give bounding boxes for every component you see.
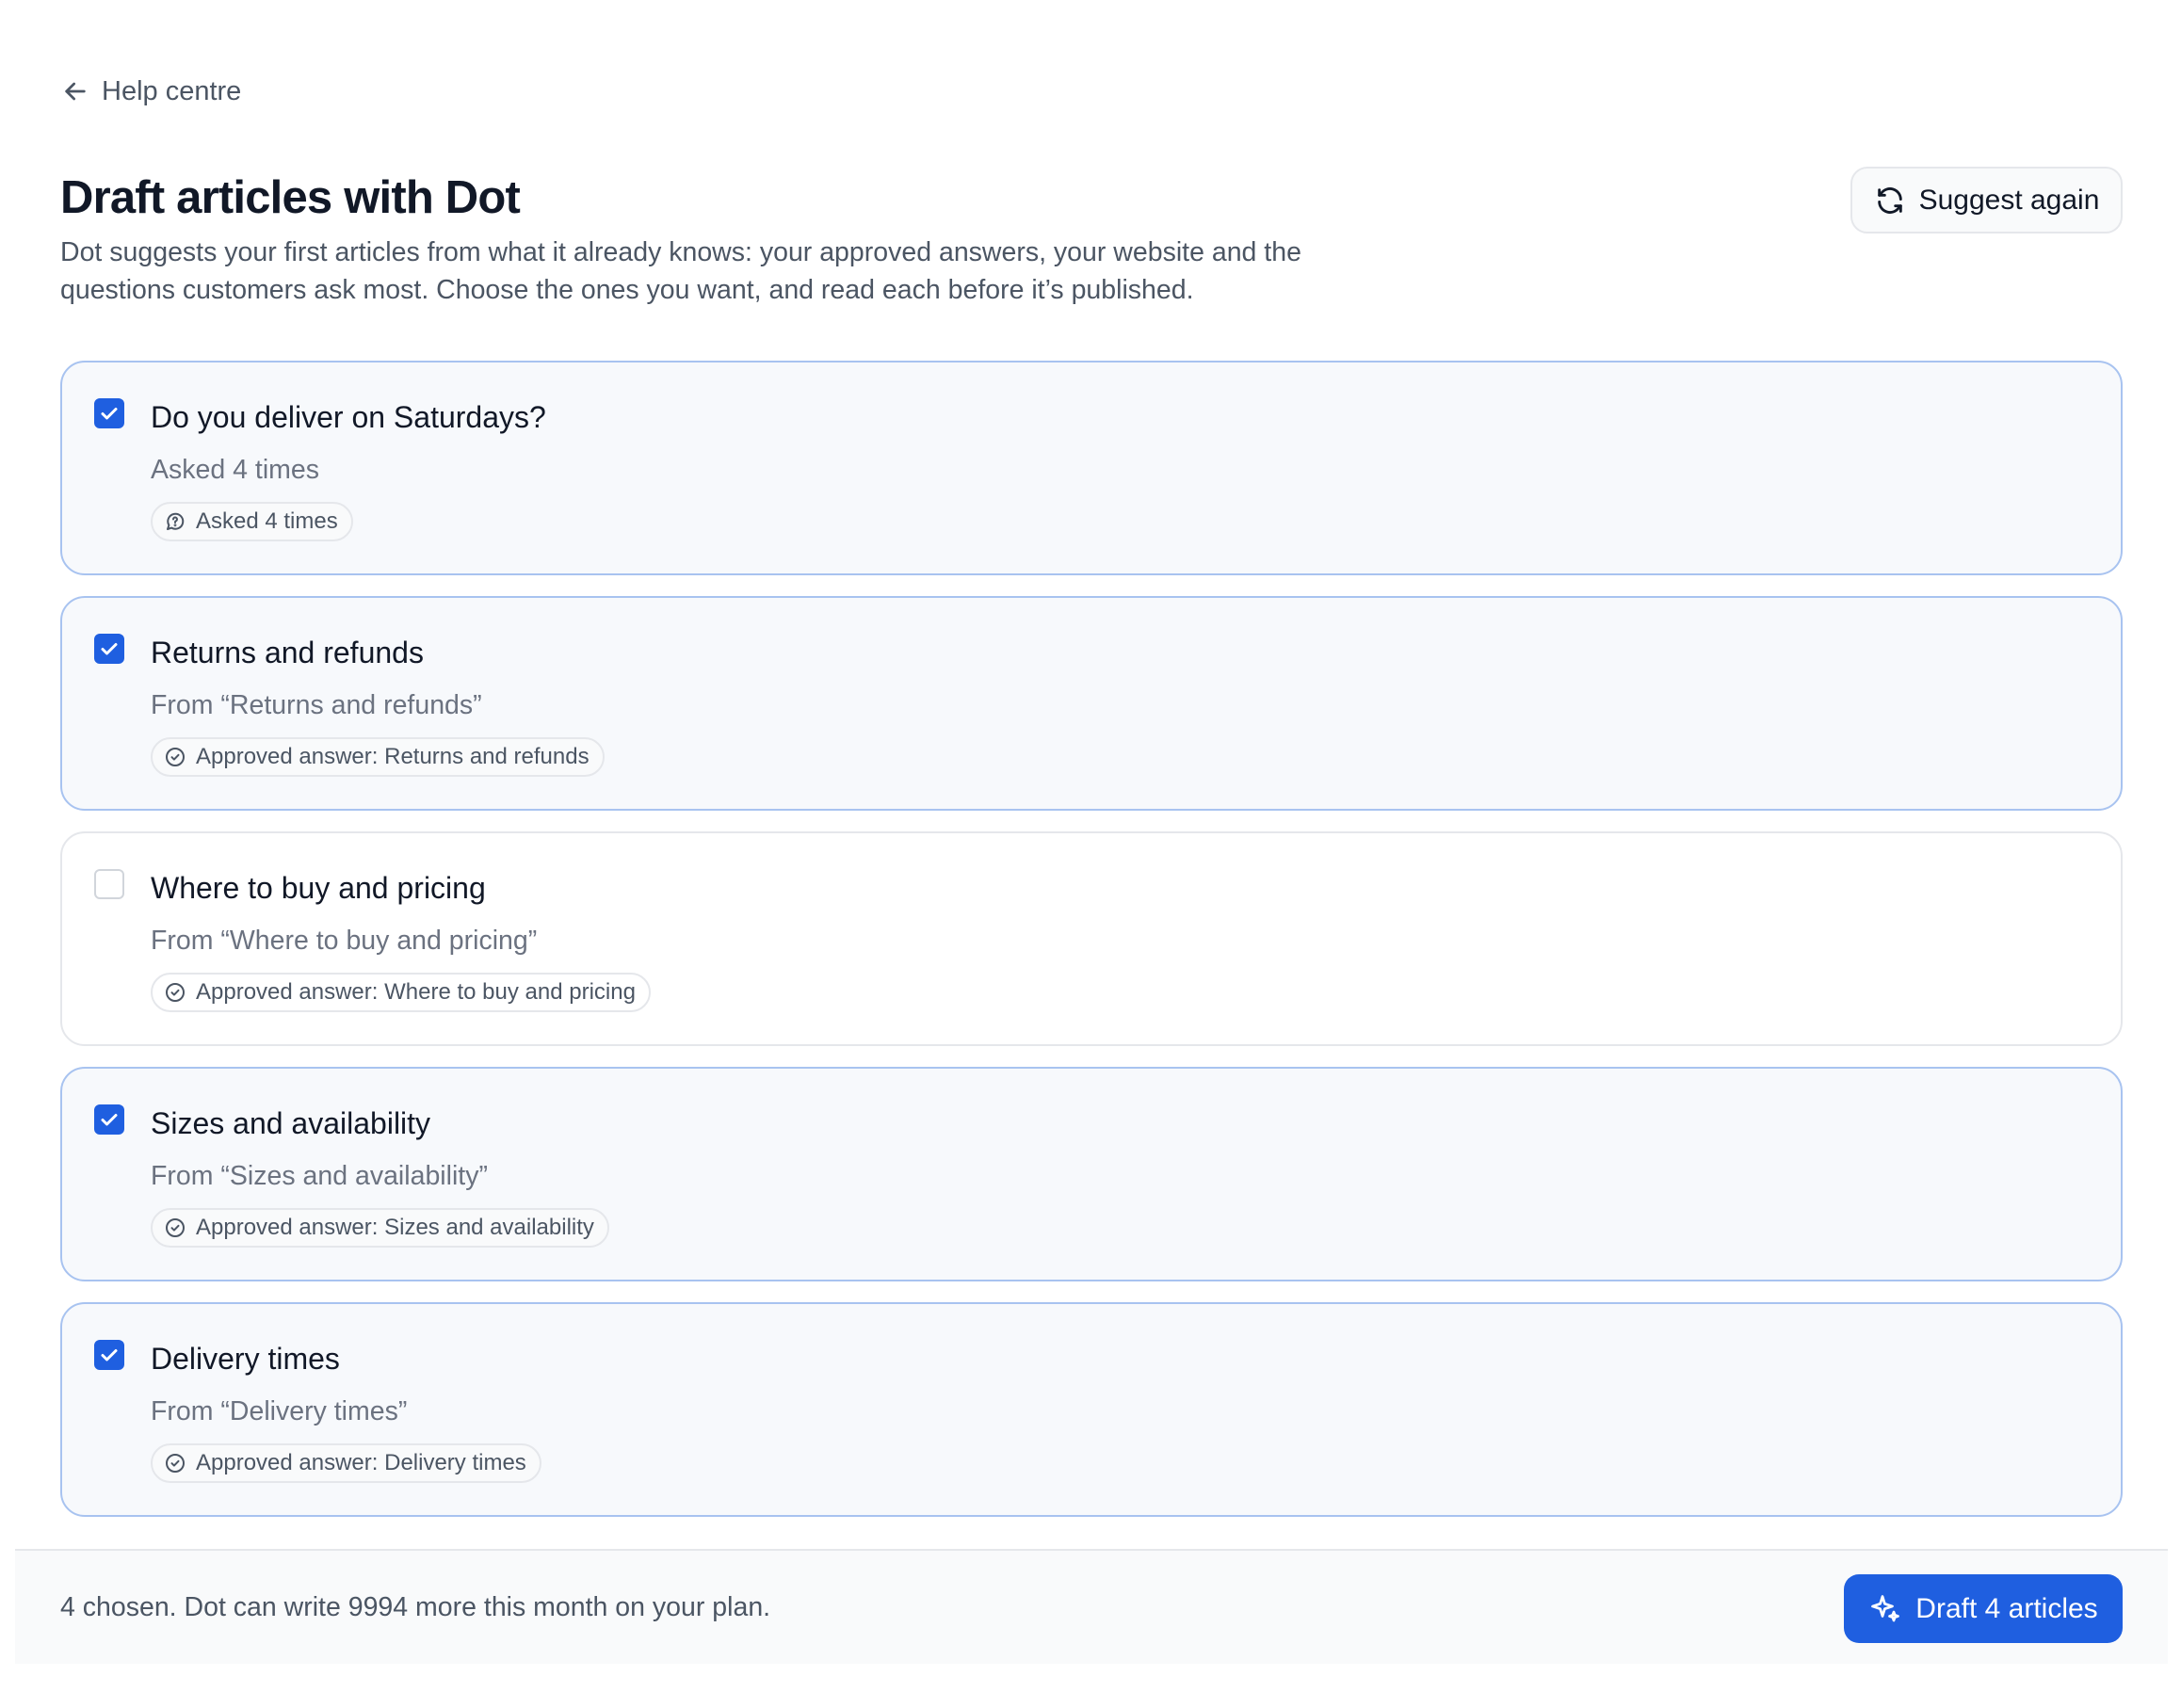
source-tag-label: Approved answer: Delivery times bbox=[196, 1450, 526, 1475]
suggestion-source: From “Delivery times” bbox=[151, 1396, 408, 1426]
draft-articles-label: Draft 4 articles bbox=[1915, 1592, 2098, 1624]
source-tag: Asked 4 times bbox=[151, 502, 353, 541]
suggestion-title: Returns and refunds bbox=[151, 636, 424, 669]
page-description: Dot suggests your first articles from wh… bbox=[60, 237, 1301, 305]
suggestion-source: From “Returns and refunds” bbox=[151, 690, 482, 720]
suggestion-title: Sizes and availability bbox=[151, 1106, 431, 1140]
source-tag: Approved answer: Delivery times bbox=[151, 1443, 541, 1483]
suggestion-source: From “Sizes and availability” bbox=[151, 1161, 488, 1191]
suggestion-source: Asked 4 times bbox=[151, 455, 319, 485]
source-tag-label: Approved answer: Where to buy and pricin… bbox=[196, 979, 636, 1005]
suggestion-checkbox[interactable] bbox=[94, 1340, 124, 1370]
suggestion-card[interactable]: Do you deliver on Saturdays? Asked 4 tim… bbox=[60, 361, 2123, 575]
check-circle-icon bbox=[166, 1454, 185, 1473]
suggestion-card[interactable]: Sizes and availability From “Sizes and a… bbox=[60, 1067, 2123, 1281]
suggest-again-label: Suggest again bbox=[1918, 184, 2100, 216]
check-circle-icon bbox=[166, 983, 185, 1002]
checkmark-icon bbox=[101, 1349, 118, 1362]
checkmark-icon bbox=[101, 408, 118, 420]
question-bubble-icon bbox=[167, 512, 185, 530]
suggestion-checkbox[interactable] bbox=[94, 1104, 124, 1135]
suggestion-checkbox[interactable] bbox=[94, 398, 124, 428]
selection-status: 4 chosen. Dot can write 9994 more this m… bbox=[60, 1592, 771, 1622]
source-tag-label: Approved answer: Sizes and availability bbox=[196, 1215, 594, 1240]
suggestion-checkbox[interactable] bbox=[94, 634, 124, 664]
refresh-icon bbox=[1877, 186, 1902, 214]
check-circle-icon bbox=[166, 1218, 185, 1237]
suggestion-card[interactable]: Delivery times From “Delivery times” App… bbox=[60, 1302, 2123, 1517]
source-tag-label: Asked 4 times bbox=[196, 508, 338, 534]
suggestion-checkbox[interactable] bbox=[94, 869, 124, 899]
suggest-again-button[interactable]: Suggest again bbox=[1850, 167, 2123, 234]
suggestion-source: From “Where to buy and pricing” bbox=[151, 926, 538, 956]
checkmark-icon bbox=[101, 643, 118, 655]
source-tag-label: Approved answer: Returns and refunds bbox=[196, 744, 590, 769]
draft-articles-button[interactable]: Draft 4 articles bbox=[1844, 1574, 2123, 1643]
source-tag: Approved answer: Where to buy and pricin… bbox=[151, 973, 651, 1012]
suggestion-card[interactable]: Where to buy and pricing From “Where to … bbox=[60, 831, 2123, 1046]
back-link-label: Help centre bbox=[102, 75, 242, 106]
arrow-left-icon bbox=[65, 82, 86, 101]
suggestion-title: Do you deliver on Saturdays? bbox=[151, 400, 546, 434]
page-title: Draft articles with Dot bbox=[60, 172, 521, 223]
footer-bar: 4 chosen. Dot can write 9994 more this m… bbox=[15, 1549, 2168, 1664]
source-tag: Approved answer: Returns and refunds bbox=[151, 737, 605, 777]
checkmark-icon bbox=[101, 1114, 118, 1126]
source-tag: Approved answer: Sizes and availability bbox=[151, 1208, 609, 1248]
back-to-help-centre-link[interactable]: Help centre bbox=[60, 73, 241, 109]
check-circle-icon bbox=[166, 748, 185, 766]
suggestion-title: Where to buy and pricing bbox=[151, 871, 486, 905]
suggestion-title: Delivery times bbox=[151, 1342, 340, 1376]
suggestion-card[interactable]: Returns and refunds From “Returns and re… bbox=[60, 596, 2123, 811]
sparkle-icon bbox=[1871, 1594, 1900, 1621]
